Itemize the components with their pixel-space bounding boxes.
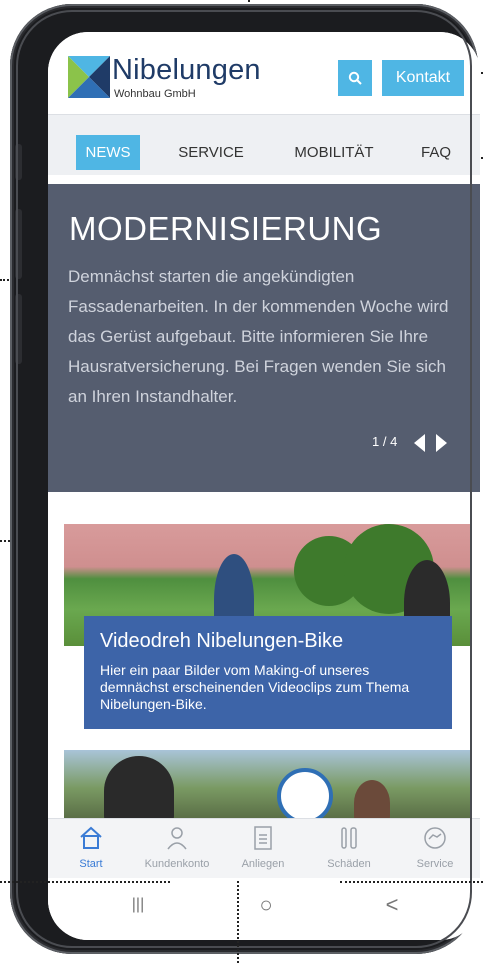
top-nav: NEWS SERVICE MOBILITÄT FAQ xyxy=(48,114,480,175)
card-caption[interactable]: Videodreh Nibelungen-Bike Hier ein paar … xyxy=(84,616,452,729)
next-arrow-icon[interactable] xyxy=(436,434,447,452)
tools-icon xyxy=(341,827,357,849)
tab-label: Start xyxy=(79,858,103,870)
callout-line xyxy=(0,881,170,883)
card-description: Hier ein paar Bilder vom Making-of unser… xyxy=(100,662,410,712)
nav-item-mobilitaet[interactable]: MOBILITÄT xyxy=(294,135,374,170)
tab-service[interactable]: Service xyxy=(392,819,478,879)
app-screen: Nibelungen Wohnbau GmbH Kontakt NEWS SER… xyxy=(48,32,480,940)
nav-item-faq[interactable]: FAQ xyxy=(416,135,456,170)
home-button-icon[interactable]: ○ xyxy=(246,890,286,920)
cyclist-figure xyxy=(404,560,450,646)
bike-sign-icon xyxy=(277,768,333,824)
tab-schaeden[interactable]: Schäden xyxy=(306,819,392,879)
tab-kundenkonto[interactable]: Kundenkonto xyxy=(134,819,220,879)
tab-label: Schäden xyxy=(327,858,371,870)
tree-shape xyxy=(344,524,434,614)
user-icon xyxy=(167,827,187,850)
hero-title: MODERNISIERUNG xyxy=(69,210,383,247)
tab-label: Service xyxy=(416,858,454,870)
app-header: Nibelungen Wohnbau GmbH Kontakt xyxy=(48,32,480,114)
brand-subtitle: Wohnbau GmbH xyxy=(114,88,196,100)
previous-arrow-icon[interactable] xyxy=(414,434,425,452)
phone-frame: Nibelungen Wohnbau GmbH Kontakt NEWS SER… xyxy=(10,4,480,954)
nav-item-service[interactable]: SERVICE xyxy=(176,135,246,170)
person-figure xyxy=(354,780,390,826)
home-icon xyxy=(80,826,102,849)
search-button[interactable] xyxy=(338,60,372,96)
power-button xyxy=(15,294,22,364)
news-hero: MODERNISIERUNG Demnächst starten die ang… xyxy=(48,184,480,492)
brand-name: Nibelungen xyxy=(112,54,261,86)
recent-apps-icon[interactable]: ||| xyxy=(118,890,158,920)
tab-label: Anliegen xyxy=(241,858,285,870)
card-title: Videodreh Nibelungen-Bike xyxy=(100,630,344,652)
slide-pager: 1 / 4 xyxy=(372,434,398,449)
contact-button[interactable]: Kontakt xyxy=(382,60,464,96)
search-icon xyxy=(348,71,362,85)
nav-item-news[interactable]: NEWS xyxy=(76,135,140,170)
tree-shape xyxy=(294,536,364,606)
bottom-tab-bar: Start Kundenkonto Anliegen Schäden Servi… xyxy=(48,818,480,879)
cyclist-figure xyxy=(214,554,254,646)
tab-start[interactable]: Start xyxy=(48,819,134,879)
callout-line xyxy=(340,881,483,883)
document-icon xyxy=(254,826,272,850)
camera-operator-figure xyxy=(104,756,174,826)
card-image-bike[interactable] xyxy=(64,524,470,646)
system-navigation-bar: ||| ○ < xyxy=(48,878,480,940)
handshake-icon xyxy=(424,827,446,849)
callout-line xyxy=(237,881,239,963)
tab-label: Kundenkonto xyxy=(144,858,210,870)
volume-button xyxy=(15,209,22,279)
back-icon[interactable]: < xyxy=(372,890,412,920)
volume-button xyxy=(15,144,22,180)
nibelungen-logo-icon xyxy=(68,56,110,98)
card-image-video[interactable] xyxy=(64,750,470,826)
tab-anliegen[interactable]: Anliegen xyxy=(220,819,306,879)
hero-text: Demnächst starten die angekündigten Fass… xyxy=(68,267,449,406)
